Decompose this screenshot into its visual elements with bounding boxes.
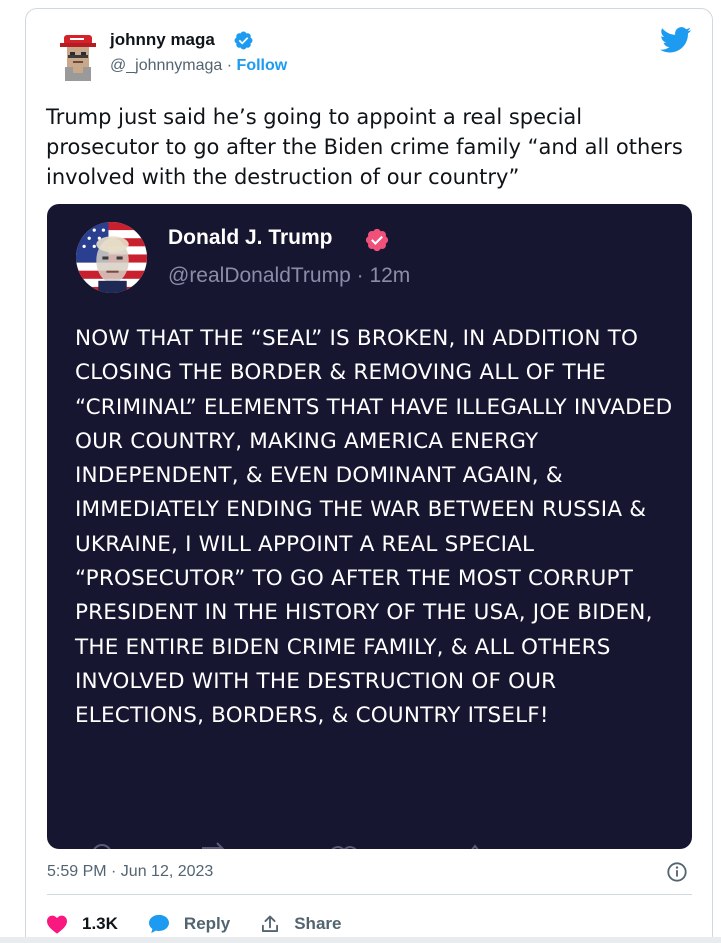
speech-bubble-icon <box>148 914 169 934</box>
heart-icon <box>47 915 67 934</box>
embedded-post-image[interactable]: Donald J. Trump @realDonaldTrump · 12m N… <box>47 204 692 849</box>
twitter-bird-icon[interactable] <box>660 27 692 53</box>
embedded-handle: @realDonaldTrump · 12m <box>168 264 411 287</box>
reply-button[interactable]: Reply <box>148 914 230 934</box>
like-count: 1.3K <box>82 914 118 933</box>
share-button[interactable]: Share <box>260 914 341 934</box>
reply-label: Reply <box>183 914 231 933</box>
info-icon[interactable] <box>666 861 688 883</box>
embedded-post-text: NOW THAT THE “SEAL” IS BROKEN, IN ADDITI… <box>75 326 673 729</box>
tweet-timestamp[interactable]: 5:59 PM · Jun 12, 2023 <box>47 863 213 881</box>
embedded-avatar <box>76 222 147 293</box>
follow-link[interactable]: Follow <box>237 57 288 74</box>
author-handle[interactable]: @_johnnymaga <box>110 57 222 74</box>
verified-badge-icon <box>365 228 389 252</box>
handle-row: @_johnnymaga · Follow <box>110 57 287 75</box>
verified-badge-icon <box>234 31 253 50</box>
bottom-scroll-edge <box>0 937 721 943</box>
divider <box>47 894 692 895</box>
handle-separator: · <box>226 57 233 74</box>
embedded-actions-cropped <box>93 842 479 849</box>
like-button[interactable]: 1.3K <box>46 914 118 934</box>
embedded-author-name: Donald J. Trump <box>168 226 333 249</box>
tweet-text: Trump just said he’s going to appoint a … <box>46 105 683 189</box>
author-name[interactable]: johnny maga <box>110 30 215 50</box>
action-bar: 1.3K Reply Share <box>46 909 371 939</box>
share-upload-icon <box>262 915 279 932</box>
share-label: Share <box>294 914 342 933</box>
author-avatar[interactable] <box>56 29 100 85</box>
tweet-card: johnny maga @_johnnymaga · Follow Trump … <box>25 8 713 943</box>
